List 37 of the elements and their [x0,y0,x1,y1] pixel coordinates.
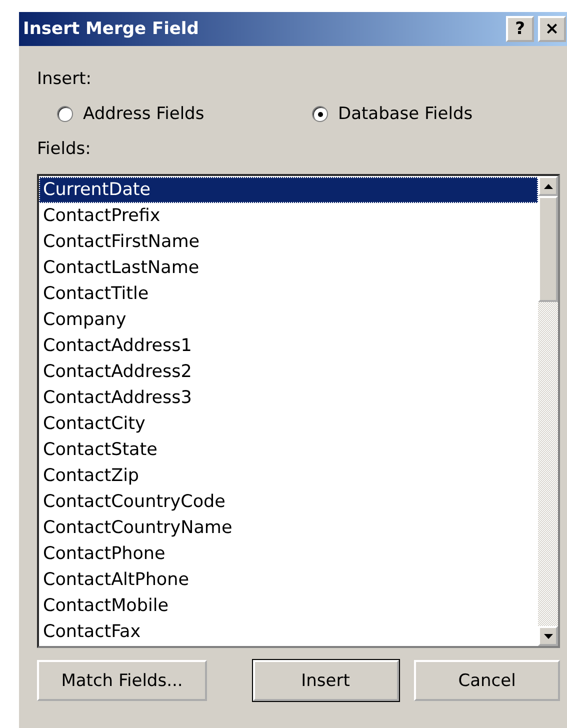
close-button[interactable]: × [538,16,566,42]
list-item[interactable]: ContactZip [39,463,538,489]
list-item[interactable]: ContactPhone [39,541,538,567]
list-item[interactable]: ContactFax [39,619,538,645]
up-triangle-icon [544,184,552,188]
radio-label: Database Fields [338,104,473,124]
list-item[interactable]: ContactState [39,437,538,463]
dialog-button[interactable]: Insert [252,660,398,701]
fields-list[interactable] [37,174,560,648]
scroll-thumb[interactable] [538,196,558,302]
scroll-down-button[interactable] [538,626,558,646]
list-item[interactable]: ContactAltPhone [39,567,538,593]
list-item[interactable]: ContactAddress2 [39,359,538,385]
radio-label: Address Fields [83,104,204,124]
dialog-button[interactable]: Cancel [414,660,560,701]
list-label: Fields: [37,138,92,161]
list-item[interactable]: ContactCountryCode [39,489,538,515]
list-item[interactable]: ContactTitle [39,281,538,307]
radio-button[interactable] [312,106,328,122]
list-item[interactable]: ContactAddress3 [39,385,538,411]
list-item[interactable]: ContactCity [39,411,538,437]
group-label: Insert: [37,68,92,91]
scrollbar[interactable] [538,176,558,646]
window-title: Insert Merge Field [23,19,199,39]
help-button[interactable]: ? [506,16,534,42]
dialog-button[interactable]: Match Fields... [37,660,207,701]
list-item[interactable]: Company [39,307,538,333]
scroll-up-button[interactable] [538,176,558,196]
list-item[interactable]: ContactFirstName [39,229,538,255]
list-item[interactable]: ContactMobile [39,593,538,619]
list-item[interactable]: ContactCountryName [39,515,538,541]
down-triangle-icon [544,634,552,638]
list-item[interactable]: ContactLastName [39,255,538,281]
list-item[interactable]: CurrentDate [39,177,538,203]
radio-button[interactable] [57,106,73,122]
list-item[interactable]: ContactPrefix [39,203,538,229]
list-item[interactable]: ContactAddress1 [39,333,538,359]
